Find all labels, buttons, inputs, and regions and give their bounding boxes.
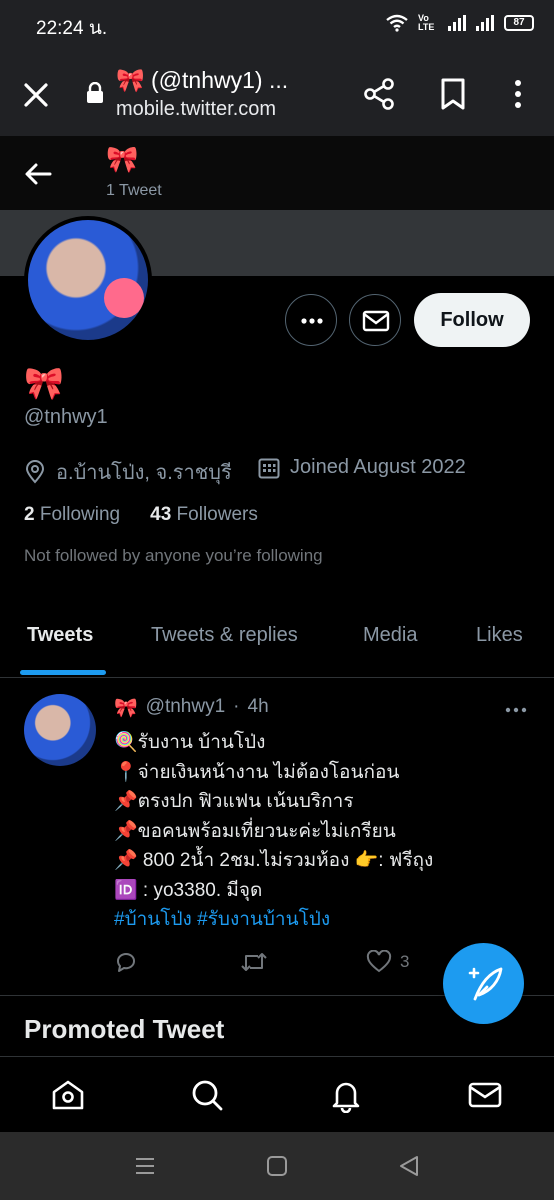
heart-sticker <box>104 278 144 318</box>
signal-icon <box>448 15 466 31</box>
tweet-handle[interactable]: @tnhwy1 <box>146 696 226 720</box>
profile-handle: @tnhwy1 <box>24 406 108 428</box>
search-icon[interactable] <box>189 1077 225 1113</box>
joined-text: Joined August 2022 <box>290 456 466 478</box>
page-title: 🎀 (@tnhwy1) ... <box>116 67 289 93</box>
follow-button[interactable]: Follow <box>414 293 530 347</box>
tweet-time[interactable]: 4h <box>248 696 269 720</box>
tweet-text: 🍭รับงาน บ้านโป่ง 📍จ่ายเงินหน้างาน ไม่ต้อ… <box>114 728 433 935</box>
browser-toolbar: 🎀 (@tnhwy1) ... mobile.twitter.com <box>0 50 554 136</box>
heart-icon <box>366 950 392 973</box>
bookmark-icon[interactable] <box>438 77 468 111</box>
profile-header-bar: 🎀 1 Tweet <box>0 136 554 210</box>
tweet-line: 🍭รับงาน บ้านโป่ง <box>114 732 266 753</box>
status-bar: 22:24 น. Vo LTE 87 <box>0 0 554 50</box>
more-horizontal-icon <box>301 318 323 324</box>
promoted-tweet-heading: Promoted Tweet <box>24 1014 225 1044</box>
tab-tweets[interactable]: Tweets <box>27 624 93 647</box>
retweet-button[interactable] <box>240 950 268 974</box>
retweet-icon <box>241 953 267 971</box>
tab-media[interactable]: Media <box>363 624 417 647</box>
system-nav-bar <box>0 1132 554 1200</box>
signal-icon-2 <box>476 15 494 31</box>
volte-label: Vo LTE <box>418 13 435 32</box>
header-tweet-count: 1 Tweet <box>106 182 162 199</box>
like-count: 3 <box>400 952 410 971</box>
tweet-avatar[interactable] <box>24 694 96 766</box>
tweet-line: 📍จ่ายเงินหน้างาน ไม่ต้องโอนก่อน <box>114 761 400 783</box>
tweet-line: 📌 800 2น้ำ 2ชม.ไม่รวมห้อง 👉: ฟรีถุง <box>114 850 434 871</box>
notifications-bell-icon[interactable] <box>328 1077 364 1113</box>
tweet-hashtags[interactable]: #บ้านโป่ง #รับงานบ้านโป่ง <box>114 905 433 935</box>
location-text: อ.บ้านโป่ง, จ.ราชบุรี <box>56 462 232 484</box>
calendar-icon <box>258 458 280 478</box>
message-button[interactable] <box>349 294 401 346</box>
profile-avatar[interactable] <box>24 216 152 344</box>
messages-icon[interactable] <box>467 1077 503 1113</box>
home-icon[interactable] <box>50 1077 86 1113</box>
following-link[interactable]: 2 Following <box>24 504 120 526</box>
bottom-nav <box>0 1056 554 1132</box>
tweet-separator: · <box>233 696 240 717</box>
follow-stats: 2 Following 43 Followers <box>24 504 258 526</box>
battery-icon: 87 <box>504 15 534 31</box>
compose-tweet-button[interactable] <box>443 943 524 1024</box>
header-display-name: 🎀 <box>106 144 139 174</box>
compose-feather-icon <box>468 967 503 1001</box>
tweet-line: 📌ขอคนพร้อมเที่ยวนะค่ะไม่เกรียน <box>114 820 396 842</box>
profile-joined: Joined August 2022 <box>258 456 466 479</box>
profile-display-name: 🎀 <box>24 365 64 401</box>
tweet-header: 🎀 @tnhwy1 · 4h <box>114 696 269 720</box>
location-pin-icon <box>25 460 45 484</box>
more-options-button[interactable] <box>285 294 337 346</box>
profile-location: อ.บ้านโป่ง, จ.ราชบุรี <box>24 456 232 488</box>
active-tab-indicator <box>20 670 106 675</box>
recent-apps-icon[interactable] <box>133 1154 157 1178</box>
url-text[interactable]: mobile.twitter.com <box>116 98 276 121</box>
tweet-line: 📌ตรงปก ฟิวแฟน เน้นบริการ <box>114 791 354 812</box>
profile-tabs: Tweets Tweets & replies Media Likes <box>0 600 554 678</box>
reply-button[interactable] <box>114 950 138 974</box>
lock-icon[interactable] <box>86 82 104 104</box>
followers-link[interactable]: 43 Followers <box>150 504 258 526</box>
close-icon[interactable] <box>18 77 54 113</box>
envelope-icon <box>362 310 390 332</box>
tab-tweets-replies[interactable]: Tweets & replies <box>151 624 298 647</box>
tweet-display-name[interactable]: 🎀 <box>114 696 138 720</box>
wifi-icon <box>386 14 408 32</box>
not-followed-note: Not followed by anyone you’re following <box>24 546 323 565</box>
back-button-icon[interactable] <box>397 1154 421 1178</box>
tweet-more-icon[interactable] <box>504 700 528 720</box>
like-button[interactable]: 3 <box>366 950 409 974</box>
back-arrow-icon[interactable] <box>22 158 54 190</box>
share-icon[interactable] <box>362 77 396 111</box>
tweet-line: 🆔 : yo3380. มีจุด <box>114 879 263 901</box>
more-vertical-icon[interactable] <box>506 77 530 111</box>
tab-likes[interactable]: Likes <box>476 624 523 647</box>
reply-icon <box>117 953 135 972</box>
home-button-icon[interactable] <box>265 1154 289 1178</box>
status-icons: Vo LTE 87 <box>386 14 534 32</box>
status-time: 22:24 น. <box>36 18 108 39</box>
